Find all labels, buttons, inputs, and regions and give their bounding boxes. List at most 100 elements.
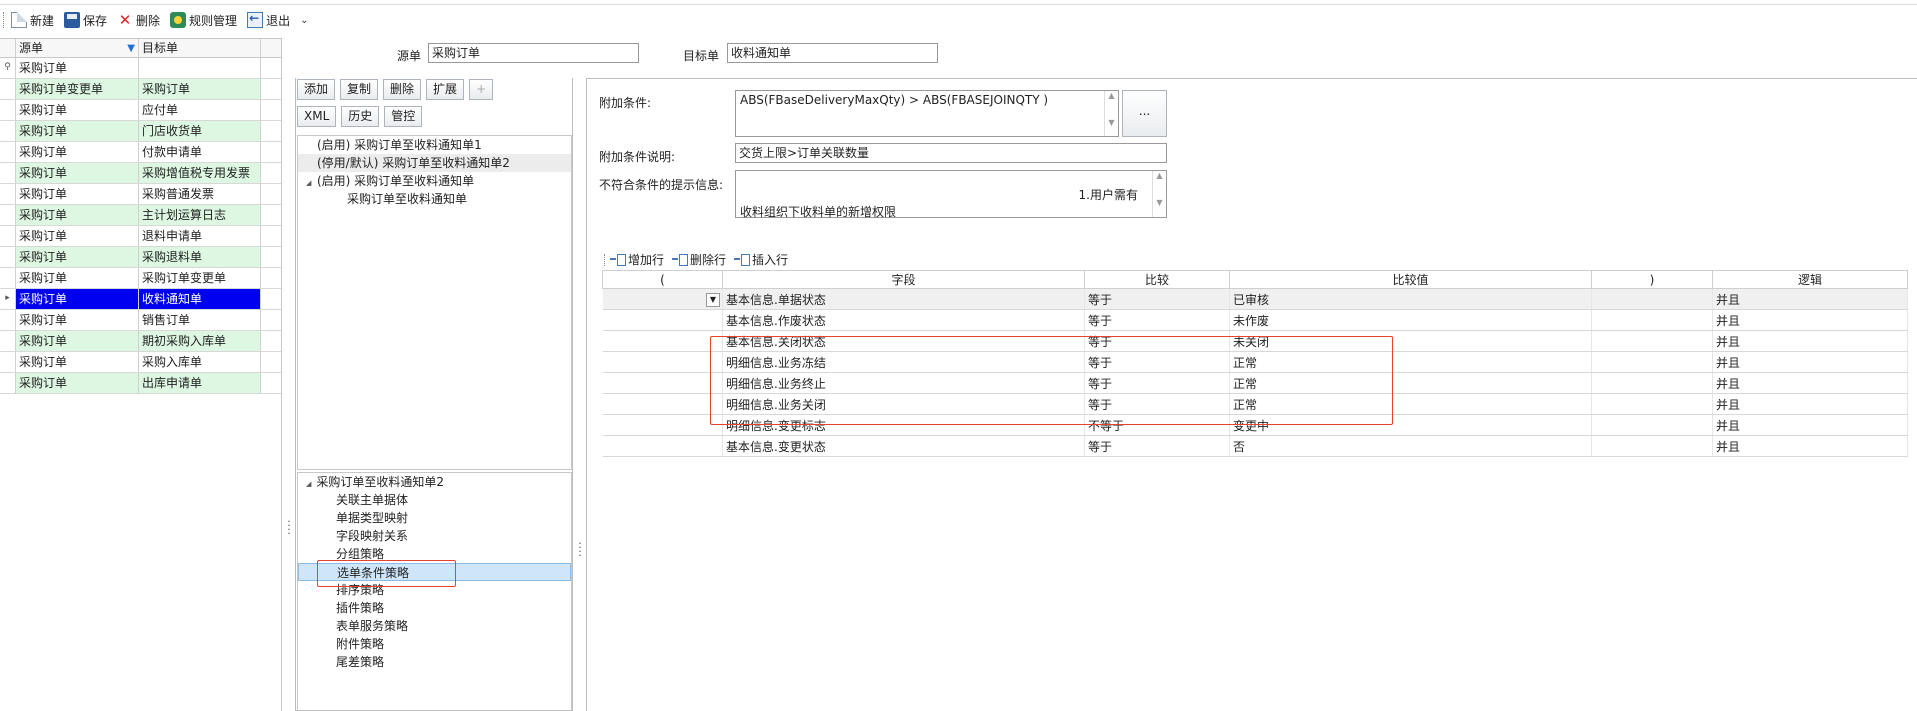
strategy-item[interactable]: 单据类型映射	[298, 509, 571, 527]
target-cell[interactable]: 采购入库单	[139, 352, 261, 372]
table-row[interactable]: 采购订单 采购增值税专用发票	[0, 163, 281, 184]
table-row[interactable]: 采购订单 主计划运算日志	[0, 205, 281, 226]
filter-icon[interactable]: ▼	[127, 39, 135, 58]
target-cell[interactable]: 应付单	[139, 100, 261, 120]
strategy-item[interactable]: 插件策略	[298, 599, 571, 617]
cell-lparen[interactable]	[602, 372, 723, 394]
strategy-item[interactable]: 关联主单据体	[298, 491, 571, 509]
column-header-source[interactable]: 源单 ▼	[16, 39, 139, 57]
table-row[interactable]: 采购订单 采购普通发票	[0, 184, 281, 205]
table-row[interactable]: 基本信息.作废状态 等于 未作废 并且	[602, 309, 1908, 331]
filter-target-cell[interactable]	[139, 58, 261, 78]
column-header[interactable]: 字段	[722, 270, 1085, 289]
table-row[interactable]: ▼ 基本信息.单据状态 等于 已审核 并且	[602, 288, 1908, 310]
cell-rparen[interactable]	[1591, 435, 1713, 457]
cell-compare[interactable]: 等于	[1084, 288, 1230, 310]
target-cell[interactable]: 采购订单变更单	[139, 268, 261, 288]
table-row[interactable]: 采购订单 应付单	[0, 100, 281, 121]
cell-rparen[interactable]	[1591, 309, 1713, 331]
source-cell[interactable]: 采购订单	[16, 142, 139, 162]
chevron-down-icon[interactable]: ▼	[706, 293, 720, 307]
rule-action-button[interactable]: 扩展	[426, 79, 465, 100]
mid-splitter-handle[interactable]: · · · ·	[577, 538, 583, 561]
column-header[interactable]: 比较值	[1229, 270, 1592, 289]
condition-desc-input[interactable]: 交货上限>订单关联数量	[735, 143, 1167, 163]
cell-value[interactable]: 未作废	[1229, 309, 1592, 331]
cell-lparen[interactable]	[602, 414, 723, 436]
rule-action-button[interactable]: 删除	[383, 79, 422, 100]
source-cell[interactable]: 采购订单	[16, 100, 139, 120]
delete-row-button[interactable]: 删除行	[690, 251, 726, 268]
cell-logic[interactable]: 并且	[1712, 435, 1908, 457]
column-header[interactable]: )	[1591, 270, 1713, 289]
target-cell[interactable]: 收料通知单	[139, 289, 261, 309]
source-cell[interactable]: 采购订单变更单	[16, 79, 139, 99]
strategy-item[interactable]: 字段映射关系	[298, 527, 571, 545]
target-cell[interactable]: 门店收货单	[139, 121, 261, 141]
target-cell[interactable]: 期初采购入库单	[139, 331, 261, 351]
new-button[interactable]: 新建	[11, 12, 54, 29]
source-cell[interactable]: 采购订单	[16, 163, 139, 183]
table-row[interactable]: 采购订单 出库申请单	[0, 373, 281, 394]
cell-value[interactable]: 已审核	[1229, 288, 1592, 310]
table-row[interactable]: 基本信息.变更状态 等于 否 并且	[602, 435, 1908, 457]
cell-compare[interactable]: 等于	[1084, 309, 1230, 331]
target-cell[interactable]: 采购普通发票	[139, 184, 261, 204]
strategy-root[interactable]: ◢ 采购订单至收料通知单2	[298, 473, 571, 491]
target-field[interactable]: 收料通知单	[727, 43, 938, 63]
table-row[interactable]: 采购订单 门店收货单	[0, 121, 281, 142]
rule-tree-item[interactable]: 采购订单至收料通知单	[298, 190, 571, 208]
cell-logic[interactable]: 并且	[1712, 351, 1908, 373]
toolbar-grip[interactable]	[3, 12, 7, 28]
cell-field[interactable]: 基本信息.变更状态	[722, 435, 1085, 457]
tip-scrollbar[interactable]: ▲ ▼	[1152, 171, 1166, 217]
cell-logic[interactable]: 并且	[1712, 288, 1908, 310]
save-button[interactable]: 保存	[64, 12, 107, 29]
filter-row[interactable]: ⚲ 采购订单	[0, 58, 281, 79]
cell-rparen[interactable]	[1591, 372, 1713, 394]
table-row[interactable]: 采购订单 采购退料单	[0, 247, 281, 268]
source-cell[interactable]: 采购订单	[16, 205, 139, 225]
cell-lparen[interactable]: ▼	[602, 288, 723, 310]
column-header-target[interactable]: 目标单	[139, 39, 261, 57]
toolbar-overflow-chevron-down-icon[interactable]: ⌄	[300, 15, 308, 26]
target-cell[interactable]: 退料申请单	[139, 226, 261, 246]
rule-action-button[interactable]: 管控	[384, 106, 423, 127]
cell-lparen[interactable]	[602, 309, 723, 331]
source-cell[interactable]: 采购订单	[16, 268, 139, 288]
table-row[interactable]: 采购订单 退料申请单	[0, 226, 281, 247]
cell-compare[interactable]: 等于	[1084, 435, 1230, 457]
edit-condition-button[interactable]: ...	[1122, 90, 1167, 137]
target-cell[interactable]: 销售订单	[139, 310, 261, 330]
table-row[interactable]: 采购订单 采购入库单	[0, 352, 281, 373]
table-row[interactable]: 采购订单变更单 采购订单	[0, 79, 281, 100]
cell-rparen[interactable]	[1591, 414, 1713, 436]
source-cell[interactable]: 采购订单	[16, 331, 139, 351]
column-header[interactable]: (	[602, 270, 723, 289]
cell-logic[interactable]: 并且	[1712, 309, 1908, 331]
collapse-triangle-icon[interactable]: ◢	[306, 480, 311, 488]
table-row[interactable]: 采购订单 期初采购入库单	[0, 331, 281, 352]
cell-lparen[interactable]	[602, 393, 723, 415]
cell-logic[interactable]: 并且	[1712, 372, 1908, 394]
target-cell[interactable]: 采购增值税专用发票	[139, 163, 261, 183]
add-row-button[interactable]: 增加行	[628, 251, 664, 268]
rule-action-button[interactable]: 添加	[297, 79, 336, 100]
cell-logic[interactable]: 并且	[1712, 393, 1908, 415]
expand-triangle-icon[interactable]: ◢	[306, 174, 317, 192]
rule-action-button[interactable]: +	[469, 79, 494, 100]
source-cell[interactable]: 采购订单	[16, 289, 139, 309]
source-cell[interactable]: 采购订单	[16, 352, 139, 372]
table-row[interactable]: 采购订单 付款申请单	[0, 142, 281, 163]
strategy-item[interactable]: 尾差策略	[298, 653, 571, 671]
rule-tree-item[interactable]: ◢ (启用) 采购订单至收料通知单	[298, 172, 571, 190]
target-cell[interactable]: 付款申请单	[139, 142, 261, 162]
source-cell[interactable]: 采购订单	[16, 184, 139, 204]
target-cell[interactable]: 出库申请单	[139, 373, 261, 393]
insert-row-button[interactable]: 插入行	[752, 251, 788, 268]
target-cell[interactable]: 主计划运算日志	[139, 205, 261, 225]
rule-tree-item[interactable]: (停用/默认) 采购订单至收料通知单2	[298, 154, 571, 172]
extra-condition-scrollbar[interactable]: ▲ ▼	[1104, 91, 1118, 136]
cell-lparen[interactable]	[602, 330, 723, 352]
source-field[interactable]: 采购订单	[428, 43, 639, 63]
